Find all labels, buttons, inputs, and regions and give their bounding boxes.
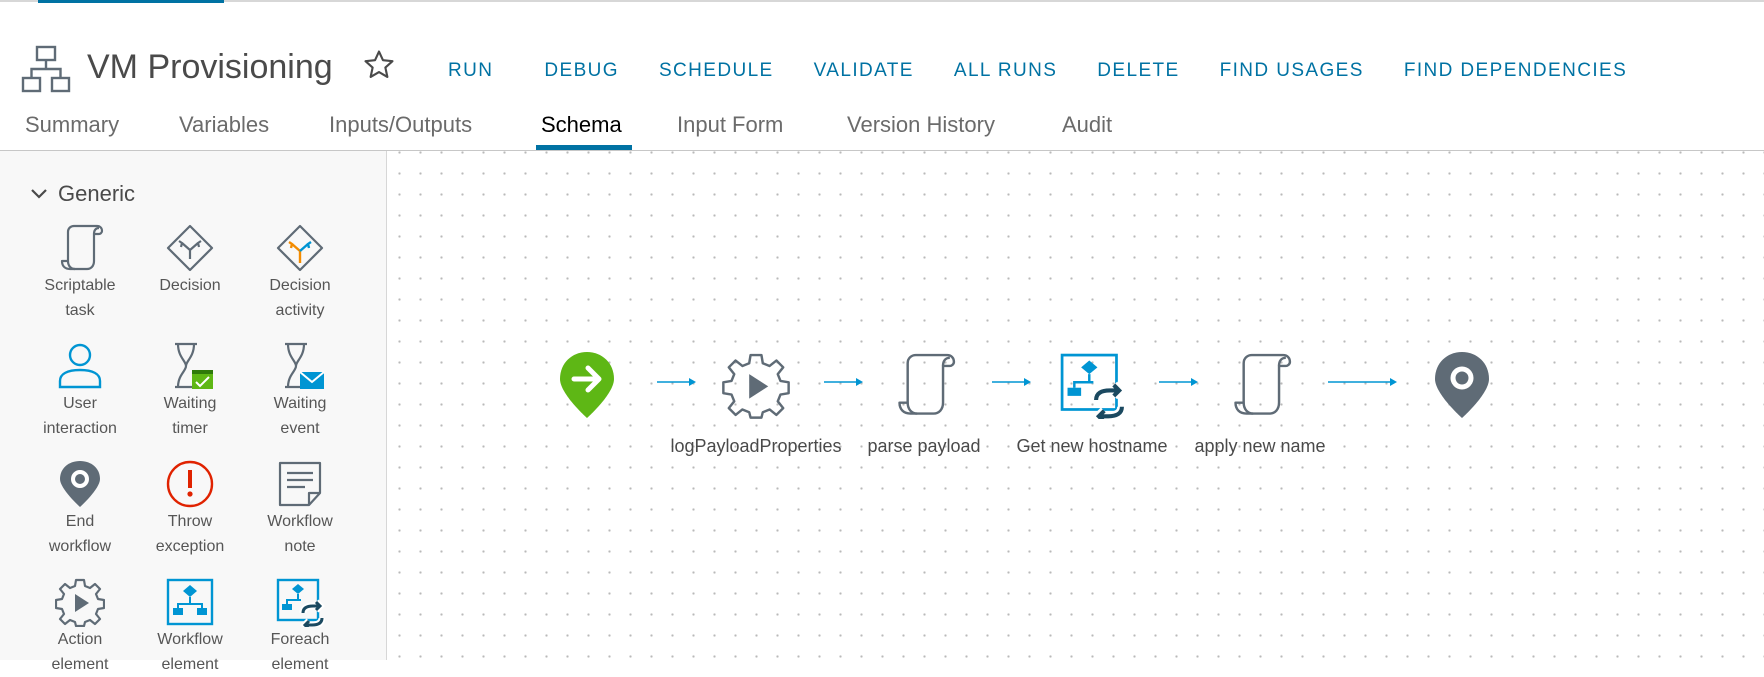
- connector-arrow: [1159, 378, 1198, 386]
- tab-audit[interactable]: Audit: [1062, 112, 1112, 138]
- palette-item-label: User: [63, 395, 97, 412]
- palette-item-label: Waiting: [163, 395, 217, 412]
- palette-item-label: element: [161, 656, 219, 673]
- page-title: VM Provisioning: [87, 48, 333, 86]
- tab-schema[interactable]: Schema: [541, 112, 622, 138]
- scriptable-task-icon: [1234, 353, 1292, 415]
- schema-node-label: logPayloadProperties: [670, 436, 842, 456]
- throw-exception-icon: [166, 460, 214, 508]
- schema-node-label: parse payload: [867, 436, 981, 456]
- connector-arrow: [1328, 378, 1397, 386]
- palette-item-label: Scriptable: [44, 277, 116, 294]
- workflow-header: VM Provisioning RUN DEBUG SCHEDULE VALID…: [0, 40, 1764, 100]
- palette-item-foreach-element[interactable]: Foreach element: [245, 577, 355, 677]
- end-workflow-icon: [60, 461, 100, 507]
- find-dependencies-button[interactable]: FIND DEPENDENCIES: [1404, 60, 1627, 82]
- schema-node-label: apply new name: [1194, 436, 1326, 456]
- schema-node-label: Get new hostname: [1016, 436, 1168, 456]
- palette-item-action-element[interactable]: Action element: [25, 577, 135, 677]
- palette-item-label: Workflow: [157, 631, 223, 648]
- delete-button[interactable]: DELETE: [1097, 60, 1179, 82]
- debug-button[interactable]: DEBUG: [544, 60, 619, 82]
- nav-active-indicator: [38, 0, 224, 3]
- schema-node-get-new-hostname[interactable]: [1058, 351, 1126, 419]
- top-border: [0, 0, 1764, 2]
- decision-icon: [166, 224, 214, 272]
- end-workflow-icon: [1435, 352, 1489, 418]
- all-runs-button[interactable]: ALL RUNS: [954, 60, 1057, 82]
- schedule-button[interactable]: SCHEDULE: [659, 60, 774, 82]
- tab-input-form[interactable]: Input Form: [677, 112, 783, 138]
- scriptable-task-icon: [60, 224, 104, 271]
- palette-item-label: Throw: [167, 513, 213, 530]
- palette-item-waiting-timer[interactable]: Waiting timer: [135, 341, 245, 441]
- tab-bar: Summary Variables Inputs/Outputs Schema …: [0, 108, 1764, 151]
- palette-item-label: task: [65, 302, 95, 319]
- palette-item-decision[interactable]: Decision: [135, 223, 245, 299]
- palette-item-label: element: [271, 656, 329, 673]
- palette-item-label: Foreach: [270, 631, 330, 648]
- tab-variables[interactable]: Variables: [179, 112, 269, 138]
- palette-item-user-interaction[interactable]: User interaction: [25, 341, 135, 441]
- schema-node-apply-new-name[interactable]: [1226, 351, 1294, 419]
- find-usages-button[interactable]: FIND USAGES: [1220, 60, 1364, 82]
- connector-arrow: [992, 378, 1031, 386]
- connector-arrow: [657, 378, 696, 386]
- tab-summary[interactable]: Summary: [25, 112, 119, 138]
- palette-item-throw-exception[interactable]: Throw exception: [135, 459, 245, 559]
- validate-button[interactable]: VALIDATE: [814, 60, 914, 82]
- palette-item-label: Waiting: [273, 395, 327, 412]
- connector-arrow: [824, 378, 863, 386]
- palette-item-label: Decision: [269, 277, 331, 294]
- palette-item-label: note: [284, 538, 316, 555]
- end-node[interactable]: [1434, 351, 1490, 419]
- start-icon: [560, 352, 614, 418]
- waiting-event-icon: [285, 342, 325, 389]
- schema-canvas[interactable]: logPayloadProperties parse payload Get n…: [387, 151, 1764, 660]
- star-icon[interactable]: [362, 48, 396, 82]
- palette-item-label: timer: [172, 420, 208, 437]
- palette-item-label: workflow: [48, 538, 112, 555]
- palette-item-label: Action: [57, 631, 103, 648]
- action-bar: RUN DEBUG SCHEDULE VALIDATE ALL RUNS DEL…: [448, 60, 1627, 82]
- foreach-element-icon: [276, 578, 325, 627]
- decision-activity-icon: [276, 224, 324, 272]
- palette-item-label: element: [51, 656, 109, 673]
- palette-sidebar: Generic Scriptable task Decision Decisio…: [0, 151, 387, 673]
- palette-group-label: Generic: [58, 181, 136, 206]
- schema-node-log-payload[interactable]: [722, 351, 790, 419]
- scriptable-task-icon: [898, 353, 956, 415]
- palette-item-decision-activity[interactable]: Decision activity: [245, 223, 355, 323]
- palette-item-workflow-note[interactable]: Workflow note: [245, 459, 355, 559]
- workflow-icon: [21, 45, 71, 93]
- palette-item-workflow-element[interactable]: Workflow element: [135, 577, 245, 677]
- user-interaction-icon: [58, 343, 102, 389]
- palette-item-waiting-event[interactable]: Waiting event: [245, 341, 355, 441]
- workflow-note-icon: [278, 461, 322, 507]
- palette-item-label: activity: [275, 302, 325, 319]
- run-button[interactable]: RUN: [448, 60, 493, 82]
- palette-item-scriptable-task[interactable]: Scriptable task: [25, 223, 135, 323]
- action-element-icon: [55, 578, 105, 627]
- palette-item-label: interaction: [43, 420, 117, 437]
- palette-group-generic[interactable]: Generic: [30, 181, 135, 207]
- chevron-down-icon: [31, 189, 47, 199]
- palette-item-label: event: [280, 420, 320, 437]
- action-element-icon: [722, 353, 790, 419]
- palette-item-label: exception: [155, 538, 225, 555]
- palette-item-label: Decision: [159, 277, 221, 294]
- tab-version-history[interactable]: Version History: [847, 112, 995, 138]
- tab-inputs-outputs[interactable]: Inputs/Outputs: [329, 112, 472, 138]
- workflow-element-icon: [166, 578, 214, 626]
- palette-item-label: Workflow: [267, 513, 333, 530]
- schema-node-parse-payload[interactable]: [890, 351, 958, 419]
- waiting-timer-icon: [175, 342, 213, 389]
- start-node[interactable]: [559, 351, 615, 419]
- palette-item-label: End: [65, 513, 95, 530]
- active-tab-indicator: [536, 145, 632, 150]
- foreach-element-icon: [1060, 353, 1126, 419]
- palette-item-end-workflow[interactable]: End workflow: [25, 459, 135, 559]
